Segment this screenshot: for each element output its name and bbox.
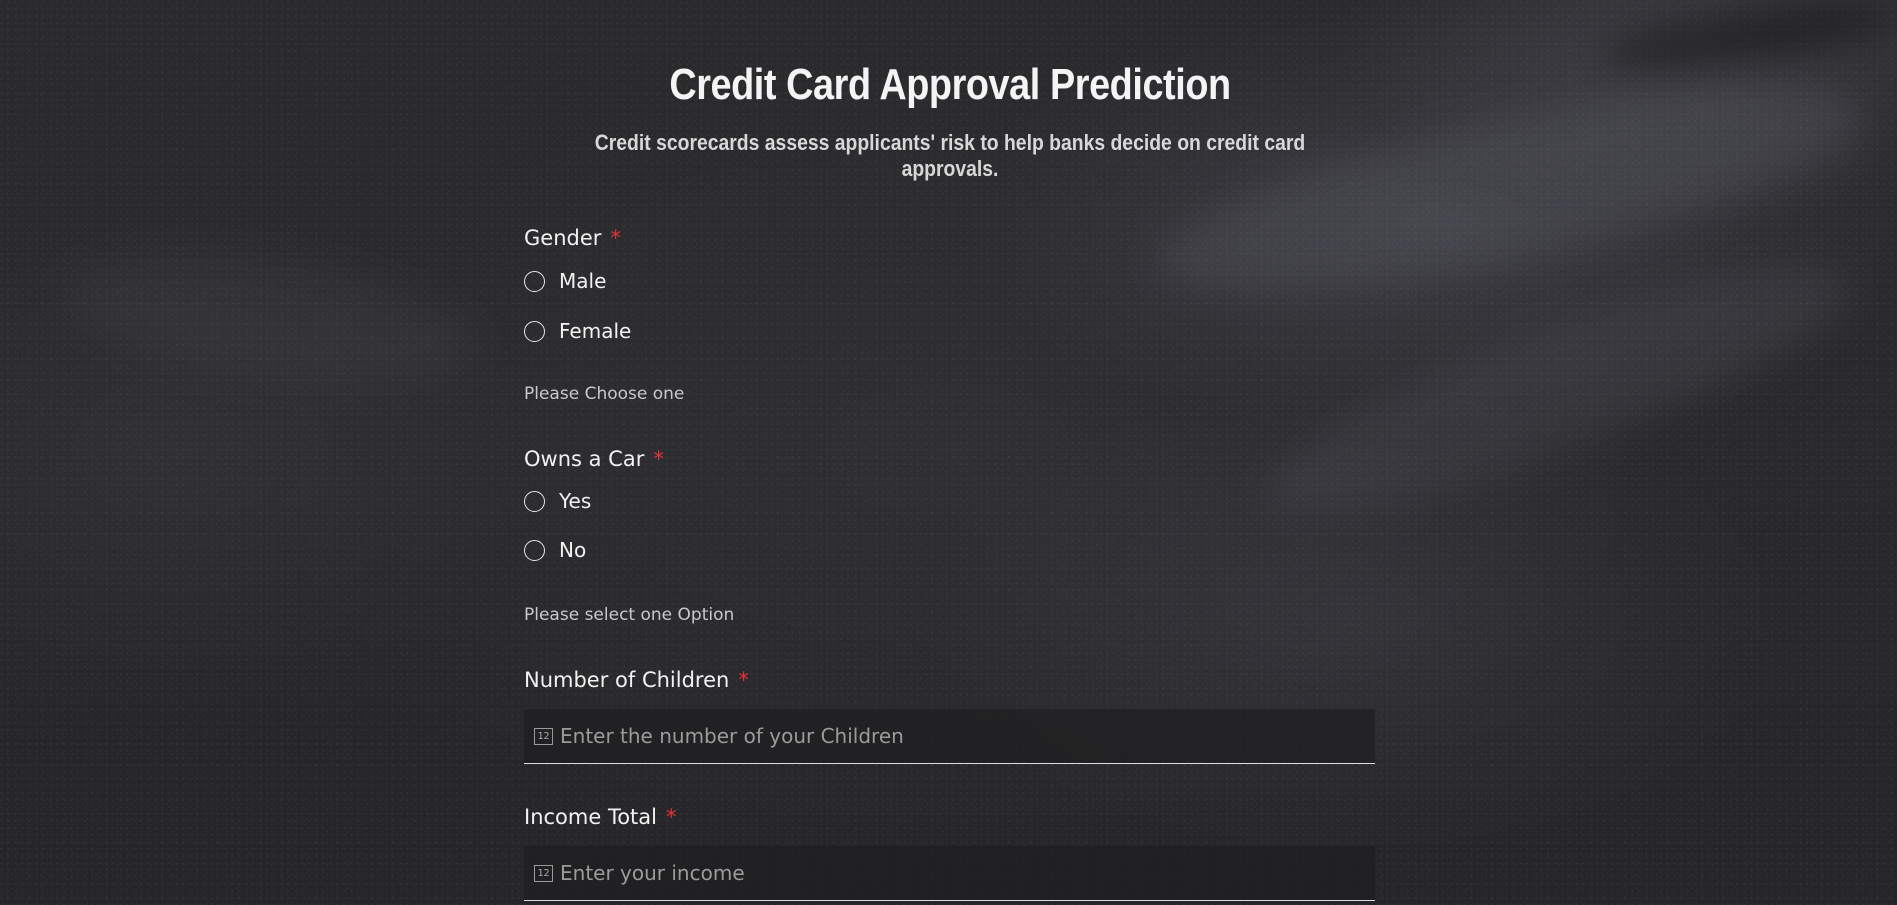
gender-label: Gender * [524, 226, 621, 250]
owns-car-option-yes[interactable]: Yes [524, 486, 591, 516]
radio-label-yes: Yes [559, 489, 592, 513]
income-input-box[interactable]: 12 [524, 846, 1375, 901]
chalk-smudge [1248, 227, 1872, 553]
radio-label-female: Female [559, 319, 632, 343]
owns-car-hint: Please select one Option [524, 605, 735, 625]
gender-hint: Please Choose one [524, 384, 685, 404]
radio-button[interactable] [524, 490, 545, 512]
radio-button[interactable] [524, 539, 545, 561]
number-icon: 12 [534, 727, 553, 745]
page-title: Credit Card Approval Prediction [669, 60, 1231, 109]
children-input-box[interactable]: 12 [524, 709, 1375, 764]
number-icon: 12 [534, 864, 553, 882]
required-marker: * [610, 226, 621, 250]
radio-button[interactable] [524, 270, 545, 292]
children-label: Number of Children * [524, 668, 749, 692]
gender-option-male[interactable]: Male [524, 266, 606, 296]
owns-car-label: Owns a Car * [524, 447, 664, 471]
radio-button[interactable] [524, 320, 545, 342]
owns-car-label-text: Owns a Car [524, 447, 645, 471]
owns-car-option-no[interactable]: No [524, 535, 586, 565]
radio-label-male: Male [559, 269, 607, 293]
children-input[interactable] [560, 724, 1375, 748]
income-label-text: Income Total [524, 805, 657, 829]
income-label: Income Total * [524, 805, 677, 829]
required-marker: * [738, 668, 749, 692]
gender-option-female[interactable]: Female [524, 316, 631, 346]
required-marker: * [666, 805, 677, 829]
children-label-text: Number of Children [524, 668, 730, 692]
page-subtitle: Credit scorecards assess applicants' ris… [594, 130, 1306, 181]
chalk-smudge [53, 231, 487, 409]
radio-label-no: No [559, 538, 587, 562]
income-input[interactable] [560, 861, 1375, 885]
gender-label-text: Gender [524, 226, 602, 250]
required-marker: * [653, 447, 664, 471]
chalk-smudge [1597, 0, 1897, 81]
